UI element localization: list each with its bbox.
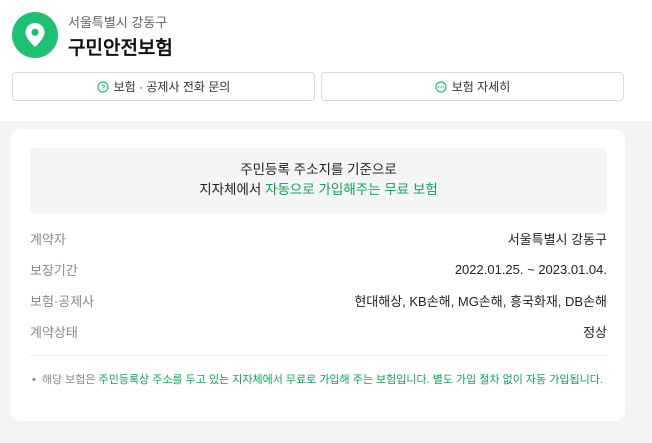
insurance-info-card: 주민등록 주소지를 기준으로 지자체에서 자동으로 가입해주는 무료 보험 계약… xyxy=(11,129,625,421)
svg-text:?: ? xyxy=(100,82,105,91)
notice-box: 주민등록 주소지를 기준으로 지자체에서 자동으로 가입해주는 무료 보험 xyxy=(30,148,607,213)
notice-line-2: 지자체에서 자동으로 가입해주는 무료 보험 xyxy=(30,180,607,200)
detail-key: 계약자 xyxy=(30,231,66,247)
detail-value: 2022.01.25. ~ 2023.01.04. xyxy=(454,261,607,277)
page-title: 구민안전보험 xyxy=(68,38,173,59)
divider xyxy=(30,355,607,356)
footnote-bullet: • xyxy=(32,374,36,386)
detail-row-status: 계약상태 정상 xyxy=(30,321,607,341)
footnote-text: 해당 보험은 주민등록상 주소를 두고 있는 지자체에서 무료로 가입해 주는 … xyxy=(42,372,603,388)
detail-row-contractor: 계약자 서울특별시 강동구 xyxy=(30,228,607,248)
detail-key: 보험·공제사 xyxy=(30,293,95,309)
detail-key: 계약상태 xyxy=(30,324,78,340)
notice-line-2-prefix: 지자체에서 xyxy=(199,182,266,197)
detail-key: 보장기간 xyxy=(30,262,78,278)
call-inquiry-button[interactable]: ? 보험 · 공제사 전화 문의 xyxy=(12,72,315,101)
footnote-prefix: 해당 보험은 xyxy=(41,374,99,386)
footnote: • 해당 보험은 주민등록상 주소를 두고 있는 지자체에서 무료로 가입해 주… xyxy=(32,372,607,388)
header-section: 서울특별시 강동구 구민안전보험 ? 보험 · 공제사 전화 문의 보험 자세히 xyxy=(0,0,652,121)
insurance-detail-label: 보험 자세히 xyxy=(451,80,511,94)
location-pin-icon xyxy=(12,12,58,58)
footnote-highlight: 주민등록상 주소를 두고 있는 지자체에서 무료로 가입해 주는 보험입니다. … xyxy=(98,374,603,386)
insurance-detail-button[interactable]: 보험 자세히 xyxy=(321,72,624,101)
notice-highlight: 자동으로 가입해주는 무료 보험 xyxy=(265,182,438,197)
region-label: 서울특별시 강동구 xyxy=(68,15,168,30)
detail-row-period: 보장기간 2022.01.25. ~ 2023.01.04. xyxy=(30,259,607,279)
detail-value: 현대해상, KB손해, MG손해, 흥국화재, DB손해 xyxy=(354,293,607,309)
call-inquiry-label: 보험 · 공제사 전화 문의 xyxy=(113,80,231,94)
more-circle-icon xyxy=(435,80,447,93)
question-circle-icon: ? xyxy=(97,80,109,93)
detail-value: 정상 xyxy=(583,324,607,340)
detail-value: 서울특별시 강동구 xyxy=(507,231,607,247)
notice-line-1: 주민등록 주소지를 기준으로 xyxy=(240,162,397,177)
detail-row-insurers: 보험·공제사 현대해상, KB손해, MG손해, 흥국화재, DB손해 xyxy=(30,290,607,310)
